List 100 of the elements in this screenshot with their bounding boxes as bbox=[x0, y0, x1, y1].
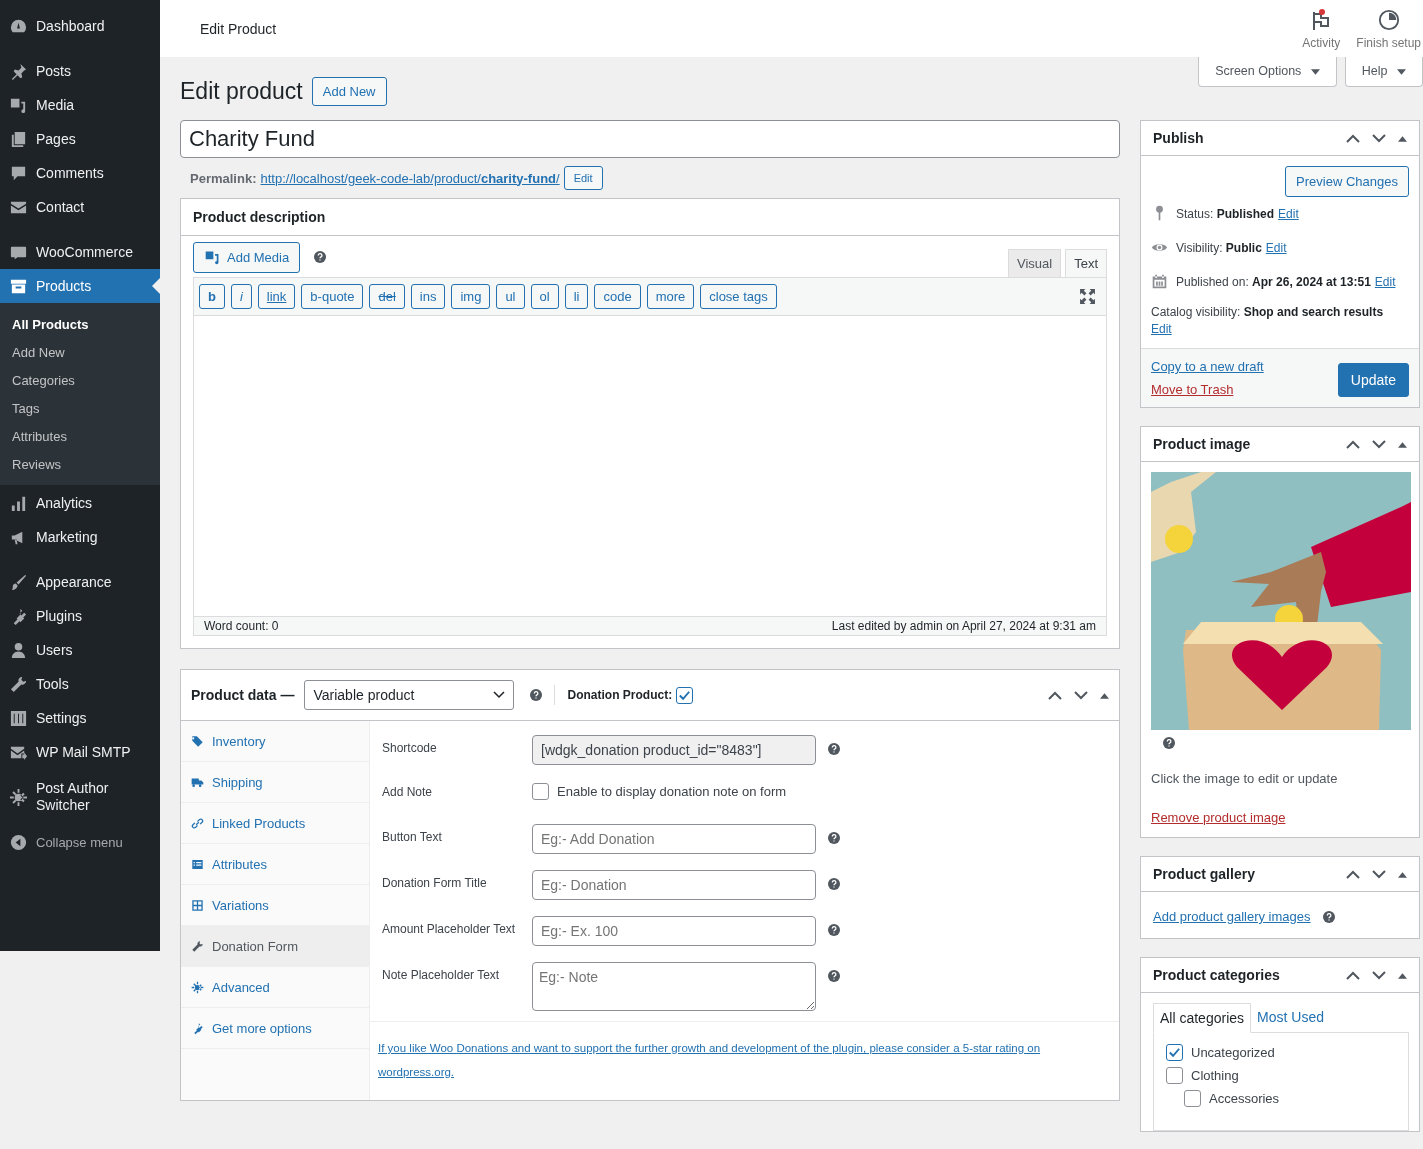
help-icon[interactable] bbox=[828, 832, 840, 844]
edit-link[interactable]: Edit bbox=[1278, 206, 1299, 221]
format-button[interactable]: code bbox=[594, 284, 641, 309]
menu-item[interactable]: Settings bbox=[0, 701, 160, 735]
product-data-tab[interactable]: Attributes bbox=[181, 844, 369, 885]
edit-button[interactable]: Edit bbox=[563, 166, 603, 190]
help-icon[interactable] bbox=[828, 878, 840, 890]
format-button[interactable]: li bbox=[564, 284, 589, 309]
chevron-up-icon[interactable] bbox=[1048, 690, 1062, 700]
add-media-button[interactable]: Add Media bbox=[193, 242, 301, 273]
help-icon[interactable] bbox=[828, 970, 840, 982]
chevron-down-icon[interactable] bbox=[1372, 439, 1386, 449]
help-icon[interactable] bbox=[828, 743, 840, 755]
product-data-tab[interactable]: Get more options bbox=[181, 1008, 369, 1049]
submenu-item[interactable]: Categories bbox=[0, 367, 160, 395]
help-icon[interactable] bbox=[1163, 737, 1175, 749]
menu-item[interactable]: WooCommerce bbox=[0, 235, 160, 269]
chevron-up-icon[interactable] bbox=[1346, 869, 1360, 879]
add-gallery-images-link[interactable]: Add product gallery images bbox=[1153, 909, 1311, 924]
checkbox[interactable] bbox=[1166, 1044, 1183, 1061]
preview-changes-button[interactable]: Preview Changes bbox=[1285, 166, 1409, 197]
format-button[interactable]: b bbox=[199, 284, 225, 309]
toolbar-button[interactable]: Finish setup bbox=[1356, 7, 1421, 50]
product-data-tab[interactable]: Donation Form bbox=[181, 926, 369, 967]
menu-item[interactable]: Post Author Switcher bbox=[0, 780, 160, 814]
menu-item[interactable]: Contact bbox=[0, 190, 160, 224]
title-field[interactable]: Charity Fund bbox=[180, 120, 1120, 158]
menu-item[interactable]: Pages bbox=[0, 122, 160, 156]
checkbox[interactable] bbox=[1184, 1090, 1201, 1107]
collapse-menu-button[interactable]: Collapse menu bbox=[0, 825, 160, 859]
help-icon[interactable] bbox=[1322, 910, 1335, 923]
input-field[interactable]: Eg:- Donation bbox=[532, 870, 816, 900]
format-button[interactable]: more bbox=[646, 284, 695, 309]
remove-image-link[interactable]: Remove product image bbox=[1151, 810, 1286, 825]
format-button[interactable]: i bbox=[230, 284, 252, 309]
submenu-item[interactable]: All Products bbox=[0, 311, 160, 339]
triangle-up-icon[interactable] bbox=[1100, 691, 1109, 699]
format-button[interactable]: b-quote bbox=[301, 284, 364, 309]
chevron-up-icon[interactable] bbox=[1346, 970, 1360, 980]
checkbox[interactable] bbox=[1166, 1067, 1183, 1084]
menu-item[interactable]: Dashboard bbox=[0, 9, 160, 43]
edit-link[interactable]: Edit bbox=[1374, 274, 1396, 289]
menu-item[interactable]: Plugins bbox=[0, 599, 160, 633]
menu-item[interactable]: Products bbox=[0, 269, 160, 303]
category-tab[interactable]: All categories bbox=[1153, 1003, 1252, 1033]
edit-link[interactable]: Edit bbox=[1265, 240, 1287, 255]
editor-tab[interactable]: Visual bbox=[1007, 249, 1062, 277]
chevron-down-icon[interactable] bbox=[1372, 133, 1386, 143]
screen-meta-tab[interactable]: Screen Options bbox=[1198, 57, 1337, 87]
triangle-up-icon[interactable] bbox=[1398, 134, 1407, 142]
format-button[interactable]: ins bbox=[410, 284, 446, 309]
menu-item[interactable]: Media bbox=[0, 88, 160, 122]
edit-link[interactable]: Edit bbox=[1151, 322, 1409, 336]
input-field[interactable]: Eg:- Ex. 100 bbox=[532, 916, 816, 946]
format-button[interactable]: del bbox=[369, 284, 405, 309]
product-type-select[interactable]: Variable product bbox=[304, 680, 515, 710]
fullscreen-icon[interactable] bbox=[1079, 288, 1096, 305]
menu-item[interactable]: Posts bbox=[0, 54, 160, 88]
help-icon[interactable] bbox=[314, 251, 327, 263]
menu-item[interactable]: Analytics bbox=[0, 486, 160, 520]
input-field[interactable]: Eg:- Add Donation bbox=[532, 824, 816, 854]
chevron-down-icon[interactable] bbox=[1372, 869, 1386, 879]
chevron-up-icon[interactable] bbox=[1346, 439, 1360, 449]
submenu-item[interactable]: Attributes bbox=[0, 423, 160, 451]
product-data-tab[interactable]: Shipping bbox=[181, 762, 369, 803]
permalink-link[interactable]: http://localhost/geek-code-lab/product/charity-fund/ bbox=[260, 170, 560, 186]
update-button[interactable]: Update bbox=[1337, 363, 1409, 397]
triangle-up-icon[interactable] bbox=[1398, 440, 1407, 448]
chevron-down-icon[interactable] bbox=[1372, 970, 1386, 980]
product-data-tab[interactable]: Linked Products bbox=[181, 803, 369, 844]
trash-link[interactable]: Move to Trash bbox=[1151, 382, 1264, 397]
chevron-up-icon[interactable] bbox=[1346, 133, 1360, 143]
help-icon[interactable] bbox=[530, 689, 543, 701]
submenu-item[interactable]: Reviews bbox=[0, 451, 160, 479]
shortcode-field[interactable]: [wdgk_donation product_id="8483"] bbox=[532, 735, 816, 765]
donation-box-drawing[interactable] bbox=[1151, 472, 1411, 730]
product-data-tab[interactable]: Inventory bbox=[181, 721, 369, 762]
help-icon[interactable] bbox=[828, 924, 840, 936]
menu-item[interactable]: Comments bbox=[0, 156, 160, 190]
format-button[interactable]: link bbox=[257, 284, 296, 309]
menu-item[interactable]: Users bbox=[0, 633, 160, 667]
submenu-item[interactable]: Tags bbox=[0, 395, 160, 423]
menu-item[interactable]: Marketing bbox=[0, 520, 160, 554]
category-tab[interactable]: Most Used bbox=[1251, 1003, 1330, 1032]
menu-item[interactable]: Tools bbox=[0, 667, 160, 701]
format-button[interactable]: ol bbox=[530, 284, 559, 309]
chevron-down-icon[interactable] bbox=[1074, 690, 1088, 700]
format-button[interactable]: img bbox=[451, 284, 491, 309]
submenu-item[interactable]: Add New bbox=[0, 339, 160, 367]
copy-draft-link[interactable]: Copy to a new draft bbox=[1151, 359, 1264, 374]
screen-meta-tab[interactable]: Help bbox=[1344, 57, 1423, 87]
menu-item[interactable]: Appearance bbox=[0, 565, 160, 599]
format-button[interactable]: ul bbox=[496, 284, 525, 309]
menu-item[interactable]: WP Mail SMTP bbox=[0, 735, 160, 769]
donation-product-checkbox[interactable] bbox=[676, 686, 694, 704]
rating-link[interactable]: If you like Woo Donations and want to support the further growth and development of the plugin, please consider a 5-star rating on wordpress.org. bbox=[378, 1036, 1111, 1084]
add-new-button[interactable]: Add New bbox=[311, 77, 387, 106]
text-area[interactable]: Eg:- Note bbox=[532, 962, 816, 1011]
checkbox[interactable] bbox=[532, 783, 549, 800]
toolbar-button[interactable]: Activity bbox=[1302, 7, 1341, 50]
